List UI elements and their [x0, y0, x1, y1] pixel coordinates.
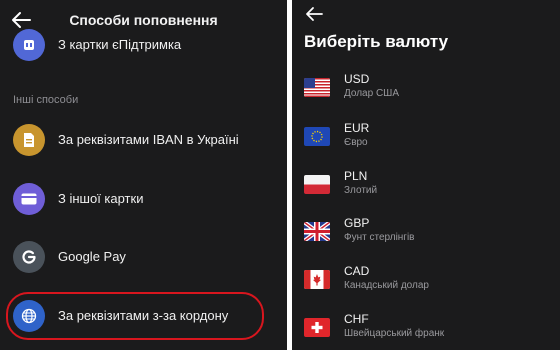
currency-code: EUR — [344, 121, 370, 135]
method-google-pay[interactable]: Google Pay — [0, 235, 287, 279]
method-label: За реквізитами IBAN в Україні — [58, 132, 239, 147]
method-iban-ukraine[interactable]: За реквізитами IBAN в Україні — [0, 118, 287, 162]
currency-code: GBP — [344, 216, 370, 230]
currency-item-usd[interactable]: USD Долар США — [292, 70, 560, 110]
google-icon — [13, 241, 45, 273]
method-label: З іншої картки — [58, 191, 144, 206]
currency-name: Долар США — [344, 88, 400, 99]
currency-name: Канадський долар — [344, 280, 429, 291]
currency-code: CHF — [344, 312, 369, 326]
ch-flag-icon — [304, 318, 330, 337]
pl-flag-icon — [304, 175, 330, 194]
document-icon — [13, 124, 45, 156]
ca-flag-icon — [304, 270, 330, 289]
currency-code: PLN — [344, 169, 368, 183]
us-flag-icon — [304, 78, 330, 97]
eu-flag-icon — [304, 127, 330, 146]
currency-name: Євро — [344, 137, 368, 148]
currency-item-chf[interactable]: CHF Швейцарський франк — [292, 310, 560, 350]
currency-item-cad[interactable]: CAD Канадський долар — [292, 262, 560, 302]
currency-name: Фунт стерлінгів — [344, 232, 415, 243]
currency-code: USD — [344, 72, 370, 86]
currency-name: Швейцарський франк — [344, 328, 445, 339]
method-label: Google Pay — [58, 249, 126, 264]
method-label: З картки єПідтримка — [58, 37, 182, 52]
method-eSupport-card[interactable]: З картки єПідтримка — [0, 23, 287, 67]
highlight-annotation — [6, 292, 264, 340]
method-other-card[interactable]: З іншої картки — [0, 177, 287, 221]
currency-name: Злотий — [344, 185, 378, 196]
payment-methods-screen: Способи поповнення З картки єПідтримка І… — [0, 0, 287, 350]
gb-flag-icon — [304, 222, 330, 241]
card-icon — [13, 29, 45, 61]
currency-code: CAD — [344, 264, 370, 278]
currency-item-pln[interactable]: PLN Злотий — [292, 167, 560, 207]
back-arrow-icon[interactable] — [304, 6, 324, 22]
currency-item-gbp[interactable]: GBP Фунт стерлінгів — [292, 214, 560, 254]
section-other-methods: Інші способи — [13, 94, 79, 106]
page-title: Виберіть валюту — [304, 32, 449, 51]
currency-select-screen: Виберіть валюту USD Долар США EUR Євро P… — [292, 0, 560, 350]
card-icon — [13, 183, 45, 215]
currency-item-eur[interactable]: EUR Євро — [292, 119, 560, 159]
